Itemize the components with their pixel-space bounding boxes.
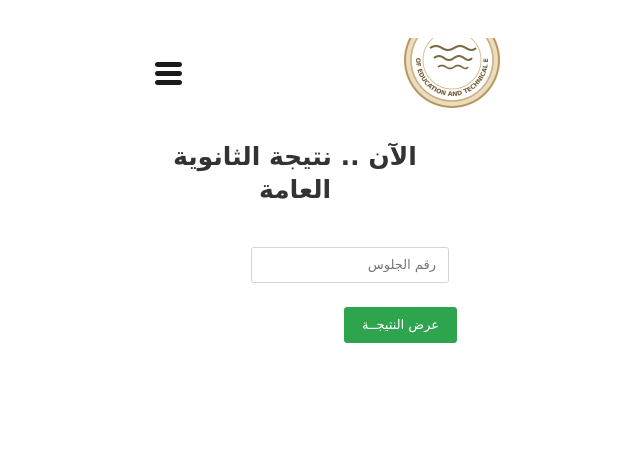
page-title: الآن .. نتيجة الثانوية العامة [173, 142, 417, 204]
ministry-seal-icon: MINISTRY OF EDUCATION AND TECHNICAL EDUC… [400, 38, 504, 110]
ministry-seal-svg: MINISTRY OF EDUCATION AND TECHNICAL EDUC… [400, 38, 500, 108]
menu-bar-middle [155, 71, 182, 76]
menu-bar-top [155, 62, 182, 67]
seat-number-input[interactable] [251, 247, 449, 283]
menu-bar-bottom [155, 80, 182, 85]
show-result-button[interactable]: عرض النتيجــة [344, 307, 457, 343]
seal-center-ring [422, 38, 482, 90]
hamburger-menu-icon[interactable] [155, 62, 183, 86]
page: MINISTRY OF EDUCATION AND TECHNICAL EDUC… [0, 0, 640, 460]
